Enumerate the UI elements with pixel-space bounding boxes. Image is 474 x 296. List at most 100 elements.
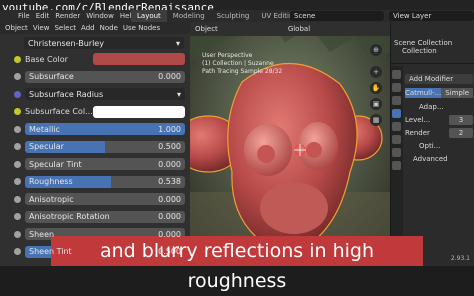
subdivision-type-tabs: Catmull-... Simple — [405, 88, 473, 98]
object-mode-dropdown[interactable]: Object — [195, 25, 218, 33]
property-row: Anisotropic 0.000 — [0, 192, 190, 206]
tab-layout[interactable]: Layout — [131, 10, 167, 22]
levels-label: Level... — [405, 116, 431, 124]
pan-hand-icon[interactable]: ✋ — [370, 82, 382, 94]
input-socket-icon[interactable] — [14, 143, 21, 150]
use-nodes-toggle[interactable]: Use Nodes — [123, 24, 160, 32]
view-layer-selector[interactable]: View Layer — [389, 11, 474, 21]
grid-icon[interactable]: ▦ — [370, 114, 382, 126]
transform-orientation-dropdown[interactable]: Global — [288, 25, 310, 33]
input-socket-icon[interactable] — [14, 125, 21, 133]
menu-window[interactable]: Window — [86, 12, 114, 20]
property-row: Subsurface Col... — [0, 105, 190, 119]
tool-icon[interactable] — [392, 70, 401, 79]
value-slider[interactable]: Anisotropic Rotation 0.000 — [25, 210, 185, 223]
menu-edit[interactable]: Edit — [36, 12, 50, 20]
value-slider[interactable]: Roughness 0.538 — [25, 175, 185, 188]
add-modifier-button[interactable]: Add Modifier — [405, 74, 473, 84]
chevron-down-icon: ▾ — [176, 89, 181, 99]
value-slider[interactable]: Specular 0.500 — [25, 140, 185, 153]
outliner-item-collection[interactable]: Collection — [394, 47, 471, 55]
physics-icon[interactable] — [392, 135, 401, 144]
property-value: 0.000 — [158, 72, 181, 81]
constraints-icon[interactable] — [392, 148, 401, 157]
render-field[interactable]: 2 — [449, 128, 473, 138]
value-slider[interactable]: Subsurface 0.000 — [25, 70, 185, 83]
levels-row: Level... 3 — [405, 115, 473, 125]
menu-file[interactable]: File — [18, 12, 30, 20]
property-label: Anisotropic — [29, 194, 74, 204]
modifier-wrench-icon[interactable] — [392, 109, 401, 118]
property-label: Metallic — [29, 124, 60, 134]
3d-viewport[interactable]: Object Global User Perspective (1) Colle… — [190, 22, 390, 266]
property-label: Sheen — [29, 229, 55, 239]
value-slider[interactable]: Specular Tint 0.000 — [25, 158, 185, 170]
optimal-checkbox[interactable]: Opti... — [419, 141, 440, 151]
outliner-item-scene-collection[interactable]: Scene Collection — [394, 39, 471, 47]
property-value: 0.000 — [158, 212, 181, 221]
property-label: Specular — [29, 142, 64, 151]
subsurface-method-dropdown[interactable]: Christensen-Burley ▾ — [24, 37, 184, 49]
particles-icon[interactable] — [392, 122, 401, 131]
menu-render[interactable]: Render — [55, 12, 80, 20]
input-socket-icon[interactable] — [14, 55, 21, 63]
render-sample-text: Path Tracing Sample 28/32 — [202, 68, 283, 75]
property-row: Specular Tint 0.000 — [0, 157, 190, 171]
input-socket-icon[interactable] — [14, 195, 21, 203]
property-value: 0.000 — [158, 229, 181, 239]
property-row: Metallic 1.000 — [0, 122, 190, 136]
chevron-down-icon: ▾ — [175, 38, 180, 48]
property-value: 0.000 — [158, 194, 181, 204]
value-slider[interactable]: Anisotropic 0.000 — [25, 193, 185, 205]
video-caption: and blurry reflections in high roughness — [51, 236, 423, 292]
levels-field[interactable]: 3 — [449, 115, 473, 125]
gizmo-axis-icon[interactable]: ⊕ — [370, 44, 382, 56]
advanced-panel-toggle[interactable]: Advanced — [413, 154, 448, 164]
tab-sculpting[interactable]: Sculpting — [211, 10, 256, 22]
version-label: 2.93.1 — [450, 255, 470, 262]
value-slider[interactable]: Metallic 1.000 — [25, 123, 185, 135]
workspace-tabs: Layout Modeling Sculpting UV Editing — [131, 10, 304, 22]
camera-icon[interactable]: ▣ — [370, 98, 382, 110]
input-socket-icon[interactable] — [14, 248, 21, 255]
color-swatch[interactable] — [93, 105, 185, 118]
property-label: Anisotropic Rotation — [29, 212, 110, 221]
output-icon[interactable] — [392, 96, 401, 105]
input-socket-icon[interactable] — [14, 108, 21, 115]
render-label: Render — [405, 129, 430, 137]
property-row: Specular 0.500 — [0, 140, 190, 154]
input-socket-icon[interactable] — [14, 230, 21, 238]
property-label: Subsurface Radius — [29, 89, 104, 99]
node-editor: Object View Select Add Node Use Nodes Ch… — [0, 22, 190, 266]
input-socket-icon[interactable] — [14, 90, 21, 98]
property-value: 0.500 — [158, 142, 181, 151]
property-row: Anisotropic Rotation 0.000 — [0, 210, 190, 224]
subsurface-method-row: Christensen-Burley ▾ — [0, 36, 190, 50]
zoom-icon[interactable]: + — [370, 66, 382, 78]
input-socket-icon[interactable] — [14, 213, 21, 220]
toolbar-object[interactable]: Object — [5, 24, 28, 32]
optimal-row: Opti... — [405, 141, 473, 151]
toolbar-view[interactable]: View — [33, 24, 50, 32]
property-label: Sheen Tint — [29, 247, 72, 256]
viewport-info: User Perspective (1) Collection | Suzann… — [202, 52, 282, 76]
toolbar-select[interactable]: Select — [54, 24, 76, 32]
toolbar-node[interactable]: Node — [100, 24, 118, 32]
property-value: 0.000 — [158, 159, 181, 169]
property-value: 0.538 — [158, 177, 181, 186]
tab-catmull-clark[interactable]: Catmull-... — [405, 88, 442, 98]
tab-simple[interactable]: Simple — [441, 88, 473, 98]
adaptive-checkbox[interactable]: Adap... — [419, 102, 444, 112]
tab-modeling[interactable]: Modeling — [167, 10, 211, 22]
scene-selector[interactable]: Scene — [290, 11, 384, 21]
input-socket-icon[interactable] — [14, 178, 21, 185]
render-icon[interactable] — [392, 83, 401, 92]
input-socket-icon[interactable] — [14, 160, 21, 168]
toolbar-add[interactable]: Add — [81, 24, 95, 32]
color-swatch[interactable] — [93, 53, 185, 65]
input-socket-icon[interactable] — [14, 73, 21, 80]
property-label: Base Color — [25, 54, 68, 64]
material-icon[interactable] — [392, 161, 401, 170]
property-row: Subsurface Radius ▾ — [0, 87, 190, 101]
subsurface-radius-dropdown[interactable]: Subsurface Radius ▾ — [25, 88, 185, 100]
